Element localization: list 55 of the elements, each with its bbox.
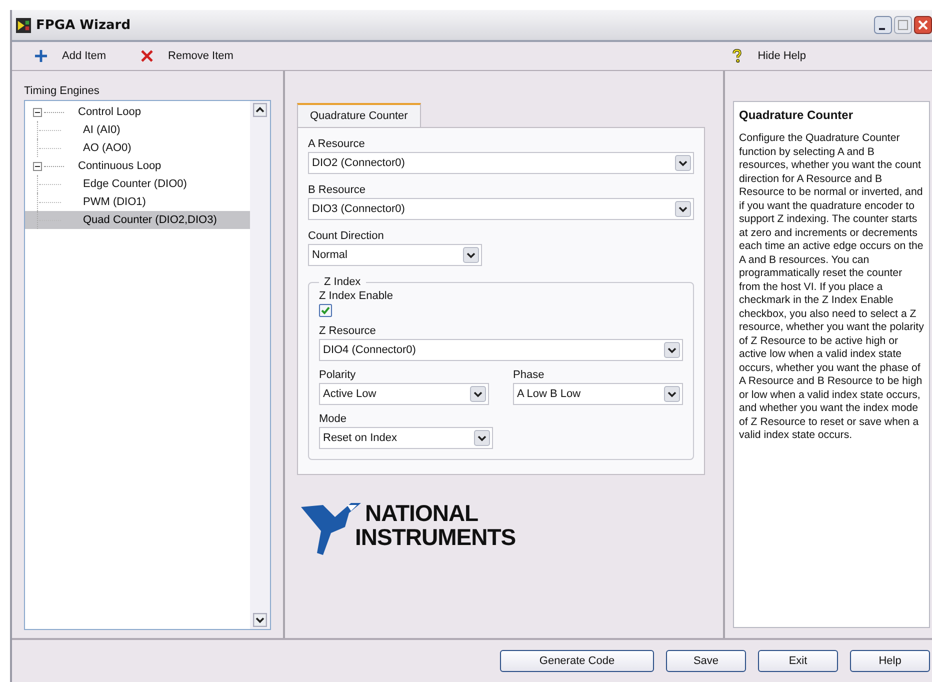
collapse-icon[interactable] [33, 108, 42, 116]
dropdown[interactable]: A Low B Low [513, 383, 683, 405]
checkbox[interactable] [319, 304, 332, 317]
caret-icon [474, 430, 490, 446]
window-title: FPGA Wizard [36, 18, 131, 32]
add-item-button[interactable]: Add Item [30, 47, 110, 65]
tree-item[interactable]: AI (AI0) [81, 123, 122, 137]
group-title: Z Index [323, 276, 362, 288]
tree-item[interactable]: AO (AO0) [81, 141, 134, 155]
dropdown[interactable]: Reset on Index [319, 427, 493, 449]
scroll-up-icon[interactable] [253, 103, 267, 117]
caret-icon [675, 201, 691, 217]
help-title: Quadrature Counter [739, 108, 854, 122]
dialog-button[interactable]: Exit [758, 650, 838, 672]
tree-item[interactable]: Edge Counter (DIO0) [81, 177, 189, 191]
field-label: Phase [513, 369, 546, 381]
tree-item[interactable]: PWM (DIO1) [81, 195, 148, 209]
dropdown[interactable]: Normal [308, 244, 482, 266]
caret-icon [463, 247, 479, 263]
logo-text: NATIONAL [365, 501, 480, 525]
field-label: Mode [319, 413, 348, 425]
dropdown[interactable]: Active Low [319, 383, 489, 405]
dropdown[interactable]: DIO3 (Connector0) [308, 198, 694, 220]
close-icon[interactable] [914, 16, 932, 34]
scroll-down-icon[interactable] [253, 613, 267, 627]
field-label: B Resource [308, 184, 366, 196]
dropdown[interactable]: DIO2 (Connector0) [308, 152, 694, 174]
caret-icon [664, 386, 680, 402]
checkbox-label: Z Index Enable [319, 290, 394, 302]
caret-icon [675, 155, 691, 171]
logo-text: INSTRUMENTS [355, 525, 516, 549]
caret-icon [664, 342, 680, 358]
field-label: Z Resource [319, 325, 377, 337]
tree-item[interactable]: Control Loop [76, 105, 143, 119]
question-mark-icon [730, 49, 744, 63]
hide-help-button[interactable]: Hide Help [726, 47, 810, 65]
minimize-icon[interactable] [874, 16, 892, 34]
field-label: Polarity [319, 369, 357, 381]
tree-title: Timing Engines [24, 85, 100, 97]
collapse-icon[interactable] [33, 162, 42, 170]
app-icon [16, 18, 31, 32]
help-text: Configure the Quadrature Counter function by selecting A and B resources, whether you want the count direction for A Resource and B Resource to be normal or inverted, and if you want the quadrature encoder to support Z indexing. The counter starts at zero and increments or decrements each time an active edge occurs on the A and B resources. You can programmatically reset the counter from the host VI. If you place a checkmark in the Z Index Enable checkbox, you also need to select a Z resource, whether you want the polarity of Z Resource to be active high or active low when a valid index state occurs, whether you want the phase of A Resource and B Resource to be high or low when a valid index state occurs, and whether you want the index mode of Z Resource to reset or save when a valid index state occurs. [739, 132, 924, 442]
scrollbar[interactable] [250, 101, 270, 629]
field-label: A Resource [308, 138, 366, 150]
tab[interactable]: Quadrature Counter [297, 103, 421, 127]
dialog-button[interactable]: Generate Code [500, 650, 654, 672]
remove-item-button[interactable]: Remove Item [136, 47, 238, 65]
caret-icon [470, 386, 486, 402]
dialog-button[interactable]: Save [666, 650, 746, 672]
dropdown[interactable]: DIO4 (Connector0) [319, 339, 683, 361]
tree-item[interactable]: Continuous Loop [76, 159, 164, 173]
field-label: Count Direction [308, 230, 385, 242]
dialog-button[interactable]: Help [850, 650, 930, 672]
plus-icon [34, 49, 48, 63]
x-icon [140, 49, 154, 63]
